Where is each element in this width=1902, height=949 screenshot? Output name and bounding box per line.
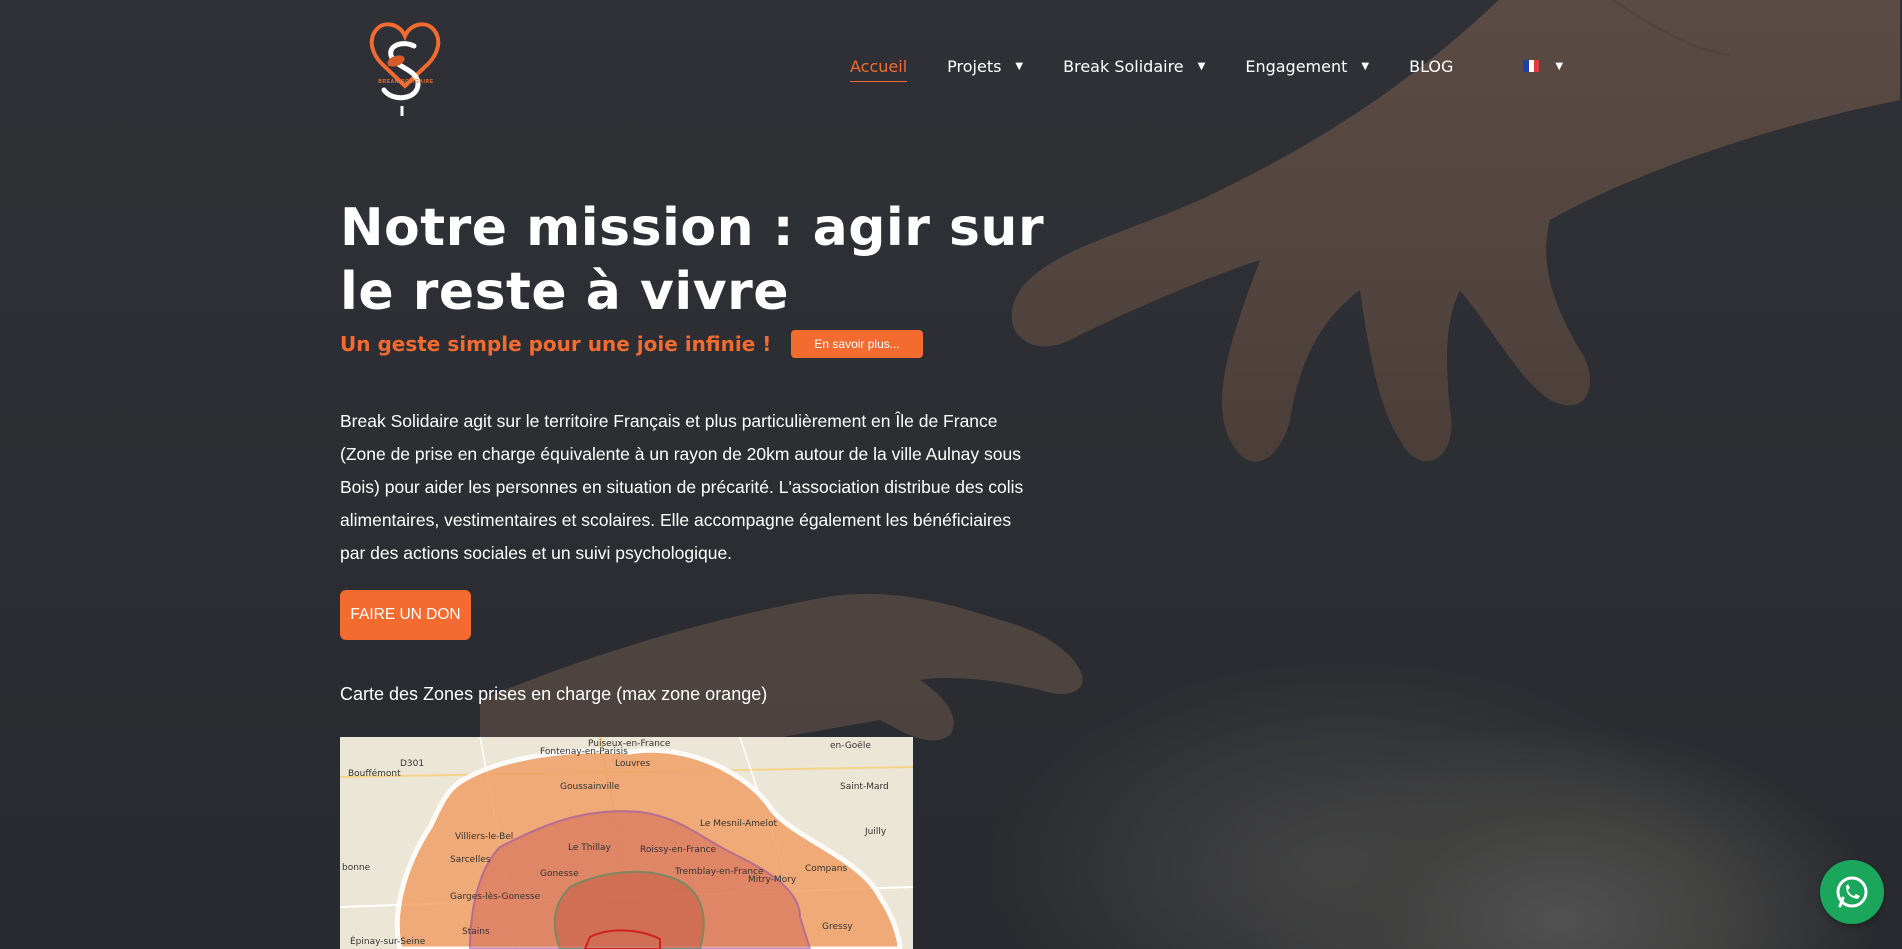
map-label: Louvres [615,759,651,769]
nav-item-engagement[interactable]: Engagement ▼ [1245,57,1369,76]
nav-item-projets[interactable]: Projets ▼ [947,57,1023,76]
nav-label-accueil: Accueil [850,56,908,76]
map-label: Saint-Mard [840,782,889,792]
map-label: Roissy-en-France [640,845,717,855]
french-flag-icon [1523,60,1540,72]
learn-more-button[interactable]: En savoir plus... [791,330,923,358]
logo-heart-icon [369,22,441,128]
nav-label-projets: Projets [947,56,1002,76]
hero-title: Notre mission : agir sur le reste à vivr… [340,198,1045,322]
nav-item-blog[interactable]: BLOG [1409,57,1453,76]
nav-item-accueil[interactable]: Accueil [850,56,908,82]
chevron-down-icon: ▼ [1197,60,1206,72]
donate-button[interactable]: FAIRE UN DON [340,590,471,640]
nav-item-break-solidaire[interactable]: Break Solidaire ▼ [1063,57,1205,76]
nav-label-engagement: Engagement [1245,56,1348,76]
map-label: Fontenay-en-Parisis [540,747,628,757]
map-label: bonne [342,863,371,873]
map-label: Le Thillay [568,843,611,853]
chevron-down-icon: ▼ [1015,60,1024,72]
logo-text: BREAK SOLIDAIRE [378,79,434,85]
chevron-down-icon: ▼ [1555,60,1564,72]
main-navigation: Accueil Projets ▼ Break Solidaire ▼ Enga… [850,54,1563,82]
coverage-zone-map[interactable]: Puiseux-en-France Fontenay-en-Parisis Lo… [340,737,913,949]
language-selector[interactable]: ▼ [1523,60,1563,72]
map-label: Juilly [865,827,887,837]
map-label: Goussainville [560,782,620,792]
map-label: Sarcelles [450,855,491,865]
map-label: Compans [805,864,848,874]
map-label: Gressy [822,922,853,932]
map-label: Le Mesnil-Amelot [700,819,777,829]
map-label: Épinay-sur-Seine [350,937,426,947]
hero-tagline: Un geste simple pour une joie infinie ! [340,332,772,356]
tagline-row: Un geste simple pour une joie infinie ! … [340,330,923,358]
map-label: D301 [400,759,425,769]
map-label: Stains [462,927,490,937]
whatsapp-icon [1836,876,1868,908]
map-label: Villiers-le-Bel [455,832,514,842]
map-label: Bouffémont [348,769,401,779]
map-label: Mitry-Mory [748,875,797,885]
chevron-down-icon: ▼ [1361,60,1370,72]
map-label: Garges-lès-Gonesse [450,892,541,902]
map-label: Gonesse [540,869,579,879]
logo[interactable]: BREAK SOLIDAIRE [362,16,448,128]
whatsapp-button[interactable] [1820,860,1884,924]
nav-label-blog: BLOG [1409,56,1454,76]
mission-description: Break Solidaire agit sur le territoire F… [340,411,1024,563]
map-label: en-Goële [830,741,871,751]
nav-label-break-solidaire: Break Solidaire [1063,56,1184,76]
map-caption: Carte des Zones prises en charge (max zo… [340,684,768,704]
